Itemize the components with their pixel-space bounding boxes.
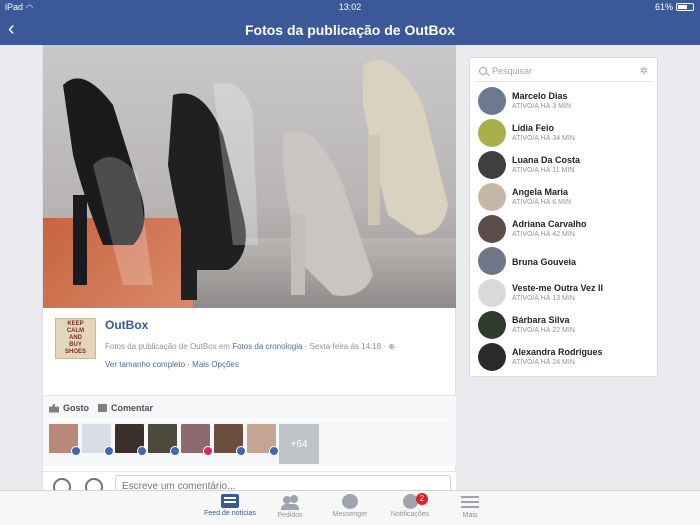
comment-composer	[43, 471, 456, 497]
avatar	[478, 279, 506, 307]
avatar	[478, 247, 506, 275]
messenger-icon	[342, 494, 358, 509]
post-header: KEEP CALM AND BUY SHOES OutBox Fotos da …	[55, 318, 445, 378]
search-icon	[479, 67, 487, 75]
contact-item[interactable]: Marcelo Dias ATIVO/A HÁ 3 MIN	[478, 87, 653, 117]
contact-item[interactable]: Luana Da Costa ATIVO/A HÁ 11 MIN	[478, 151, 653, 181]
page-name-link[interactable]: OutBox	[105, 318, 148, 332]
gear-icon[interactable]: ✲	[640, 66, 648, 77]
friend-requests-icon	[281, 494, 299, 510]
contact-item[interactable]: Angela Maria ATIVO/A HÁ 6 MIN	[478, 183, 653, 213]
contact-item[interactable]: Lídia Feio ATIVO/A HÁ 34 MIN	[478, 119, 653, 149]
more-options-link[interactable]: Mais Opções	[192, 360, 239, 369]
avatar	[478, 343, 506, 371]
liker-avatar[interactable]	[214, 424, 246, 456]
contact-status: ATIVO/A HÁ 13 MIN	[512, 295, 575, 302]
liker-avatar[interactable]	[247, 424, 279, 456]
news-feed-icon	[221, 494, 239, 508]
contact-name: Bruna Gouveia	[512, 257, 577, 267]
search-input[interactable]: Pesquisar	[492, 66, 532, 76]
post-card: KEEP CALM AND BUY SHOES OutBox Fotos da …	[42, 45, 456, 497]
contact-item[interactable]: Bárbara Silva ATIVO/A HÁ 22 MIN	[478, 311, 653, 341]
album-link[interactable]: Fotos da cronologia	[232, 342, 302, 351]
contact-status: ATIVO/A HÁ 11 MIN	[512, 167, 575, 174]
avatar	[478, 119, 506, 147]
battery-icon	[676, 3, 694, 11]
liker-avatar[interactable]	[115, 424, 147, 456]
contact-status: ATIVO/A HÁ 24 MIN	[512, 359, 575, 366]
tab-bar: Feed de notícias Pedidos Messenger 2 Not…	[0, 490, 700, 525]
liker-avatar[interactable]	[181, 424, 213, 456]
full-size-link[interactable]: Ver tamanho completo	[105, 360, 185, 369]
contact-name: Bárbara Silva	[512, 315, 570, 325]
clock: 13:02	[338, 2, 362, 12]
comment-button[interactable]: Comentar	[98, 403, 153, 413]
contact-status: ATIVO/A HÁ 34 MIN	[512, 135, 575, 142]
contact-status: ATIVO/A HÁ 22 MIN	[512, 327, 575, 334]
contact-status: ATIVO/A HÁ 6 MIN	[512, 199, 571, 206]
contact-name: Angela Maria	[512, 187, 569, 197]
status-bar: iPad ◠ 13:02 61%	[0, 0, 700, 14]
like-icon	[49, 403, 59, 413]
contact-name: Veste-me Outra Vez II	[512, 283, 604, 293]
notification-badge: 2	[416, 493, 428, 505]
contact-item[interactable]: Adriana Carvalho ATIVO/A HÁ 42 MIN	[478, 215, 653, 245]
avatar	[478, 215, 506, 243]
globe-icon	[402, 494, 418, 509]
shoes-illustration	[63, 60, 448, 300]
contact-item[interactable]: Alexandra Rodrigues ATIVO/A HÁ 24 MIN	[478, 343, 653, 373]
chat-sidebar: Pesquisar ✲ Marcelo Dias ATIVO/A HÁ 3 MIN…	[469, 57, 658, 377]
battery-percent: 61%	[654, 2, 673, 12]
globe-icon: ⊕	[388, 342, 395, 351]
contact-name: Adriana Carvalho	[512, 219, 587, 229]
contact-item[interactable]: Bruna Gouveia	[478, 247, 653, 277]
more-likers-button[interactable]: +64	[279, 424, 319, 464]
liker-avatar[interactable]	[49, 424, 81, 456]
like-button[interactable]: Gosto	[49, 403, 89, 413]
menu-icon	[461, 494, 479, 510]
contact-status: ATIVO/A HÁ 3 MIN	[512, 103, 571, 110]
post-photo[interactable]	[43, 45, 456, 308]
post-actions: Gosto Comentar	[43, 395, 456, 420]
chat-search[interactable]: Pesquisar ✲	[476, 62, 652, 82]
page-logo[interactable]: KEEP CALM AND BUY SHOES	[55, 318, 96, 359]
contact-name: Luana Da Costa	[512, 155, 581, 165]
liker-avatar[interactable]	[82, 424, 114, 456]
liker-avatar[interactable]	[148, 424, 180, 456]
page-title: Fotos da publicação de OutBox	[244, 22, 456, 38]
avatar	[478, 151, 506, 179]
contact-item[interactable]: Veste-me Outra Vez II ATIVO/A HÁ 13 MIN	[478, 279, 653, 309]
avatar	[478, 183, 506, 211]
avatar	[478, 87, 506, 115]
post-links: Ver tamanho completo · Mais Opções	[105, 360, 239, 369]
post-meta: Fotos da publicação de OutBox em Fotos d…	[105, 342, 395, 351]
comment-icon	[98, 404, 107, 412]
contact-name: Marcelo Dias	[512, 91, 568, 101]
nav-bar: ‹ Fotos da publicação de OutBox	[0, 14, 700, 45]
likers-row: +64	[43, 421, 456, 466]
contact-status: ATIVO/A HÁ 42 MIN	[512, 231, 575, 238]
tab-more[interactable]: Mais	[435, 494, 505, 519]
contact-name: Lídia Feio	[512, 123, 555, 133]
contact-name: Alexandra Rodrigues	[512, 347, 603, 357]
avatar	[478, 311, 506, 339]
